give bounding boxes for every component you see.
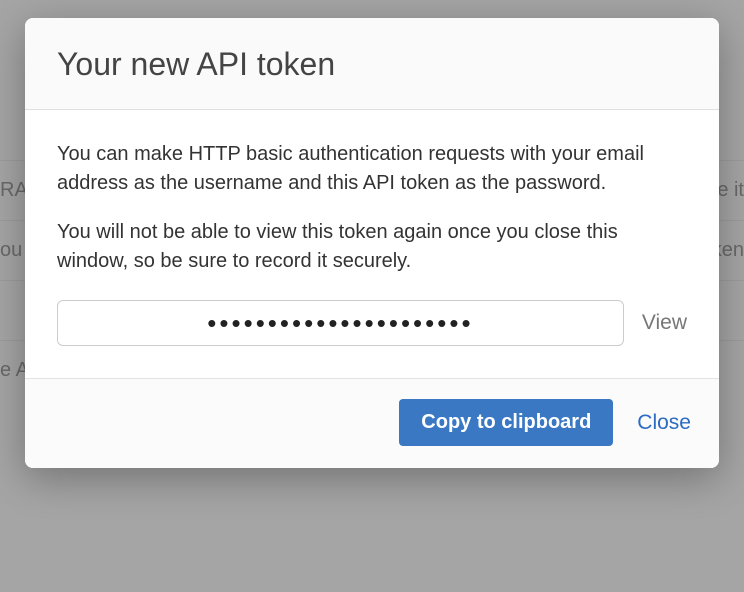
api-token-modal: Your new API token You can make HTTP bas… <box>25 18 719 468</box>
modal-title: Your new API token <box>57 46 687 83</box>
token-row: View <box>57 300 687 346</box>
copy-to-clipboard-button[interactable]: Copy to clipboard <box>399 399 613 446</box>
api-token-field[interactable] <box>57 300 624 346</box>
close-button[interactable]: Close <box>637 411 691 435</box>
modal-description-2: You will not be able to view this token … <box>57 218 687 276</box>
modal-description-1: You can make HTTP basic authentication r… <box>57 140 687 198</box>
view-token-button[interactable]: View <box>642 311 687 335</box>
modal-header: Your new API token <box>25 18 719 110</box>
modal-footer: Copy to clipboard Close <box>25 378 719 468</box>
modal-body: You can make HTTP basic authentication r… <box>25 110 719 378</box>
